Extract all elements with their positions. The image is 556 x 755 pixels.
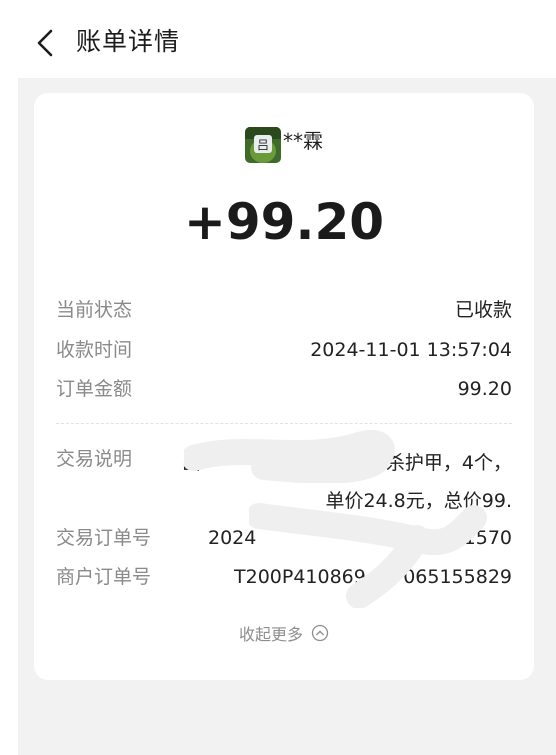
chevron-left-icon (37, 29, 53, 57)
order-amount-row: 订单金额 99.20 (56, 374, 512, 404)
description-value: 出 火急杀护甲，4个， 单价24.8元，总价99. (182, 444, 512, 520)
status-label: 当前状态 (56, 299, 133, 321)
merchant-name: **霖 (283, 129, 323, 153)
header-bar: 账单详情 (0, 0, 556, 78)
collapse-label: 收起更多 (238, 625, 303, 644)
merchant-number-start: T200P410869 (234, 566, 366, 588)
description-line1-start: 出 (182, 452, 202, 474)
txn-number-label: 交易订单号 (56, 527, 152, 549)
order-amount-label: 订单金额 (56, 378, 133, 400)
collapse-more-button[interactable]: 收起更多 (34, 621, 534, 645)
chevron-up-circle-icon (311, 624, 329, 642)
txn-number-middle: 171 (375, 527, 412, 549)
back-button[interactable] (30, 26, 60, 60)
txn-number-start: 2024 (208, 527, 257, 549)
status-value: 已收款 (454, 299, 512, 321)
merchant-number-row: 商户订单号 T200P410869 065155829 (56, 562, 512, 592)
description-label: 交易说明 (56, 448, 133, 470)
merchant-number-label: 商户订单号 (56, 566, 152, 588)
time-row: 收款时间 2024-11-01 13:57:04 (56, 335, 512, 365)
description-line2: 单价24.8元，总价99. (325, 490, 512, 512)
txn-number-end: 1570 (463, 527, 512, 549)
merchant-number-end: 065155829 (403, 566, 512, 588)
svg-text:吕: 吕 (257, 138, 269, 152)
bill-card: 吕 **霖 +99.20 当前状态 已收款 收款时间 2024-11-01 13… (34, 93, 534, 680)
merchant-info: 吕 **霖 (34, 127, 534, 163)
time-value: 2024-11-01 13:57:04 (310, 339, 512, 361)
time-label: 收款时间 (56, 339, 133, 361)
description-row: 交易说明 出 火急杀护甲，4个， 单价24.8元，总价99. (56, 444, 512, 520)
page-title: 账单详情 (76, 27, 181, 56)
status-row: 当前状态 已收款 (56, 295, 512, 325)
order-amount-value: 99.20 (457, 378, 512, 400)
amount: +99.20 (183, 193, 385, 251)
txn-number-row: 交易订单号 2024 171 1570 (56, 523, 512, 553)
divider (56, 423, 512, 424)
avatar[interactable]: 吕 (245, 127, 281, 163)
description-line1-end: 火急杀护甲，4个， (347, 452, 512, 474)
